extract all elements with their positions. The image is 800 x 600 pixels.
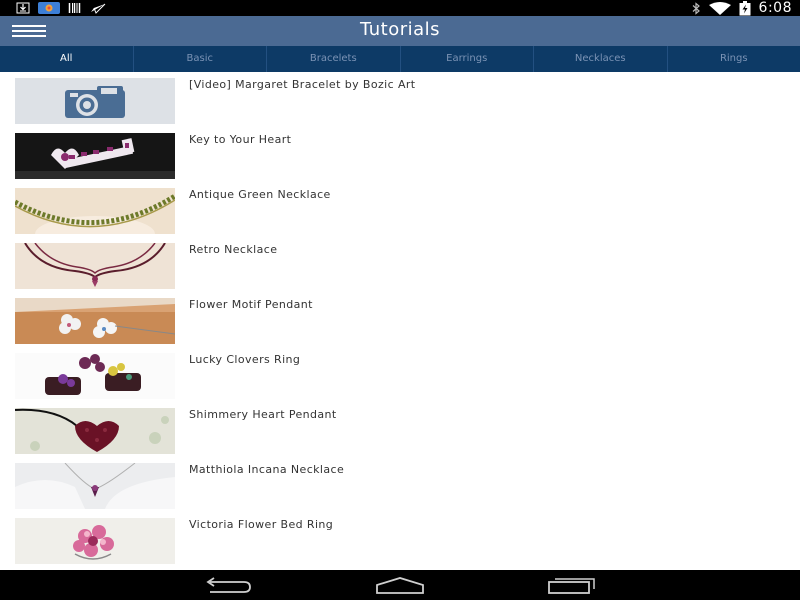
camera-placeholder-icon	[15, 78, 175, 124]
tab-earrings[interactable]: Earrings	[401, 46, 534, 72]
clover-rings-photo	[15, 353, 175, 399]
tutorial-title: Matthiola Incana Necklace	[189, 463, 345, 476]
tutorial-list: [Video] Margaret Bracelet by Bozic Art K…	[0, 72, 800, 570]
navigation-bar	[0, 570, 800, 600]
wifi-icon	[708, 1, 731, 15]
retro-necklace-photo	[15, 243, 175, 289]
list-item[interactable]: Matthiola Incana Necklace	[0, 457, 800, 512]
flower-ring-photo	[15, 518, 175, 564]
flower-pendant-photo	[15, 298, 175, 344]
battery-charging-icon	[739, 0, 751, 15]
heart-pendant-photo	[15, 408, 175, 454]
clock: 6:08	[758, 0, 792, 16]
tutorial-title: Key to Your Heart	[189, 133, 292, 146]
tutorial-title: Antique Green Necklace	[189, 188, 331, 201]
tutorial-title: Shimmery Heart Pendant	[189, 408, 337, 421]
tab-bracelets[interactable]: Bracelets	[267, 46, 401, 72]
matthiola-necklace-photo	[15, 463, 175, 509]
notification-icons	[16, 1, 106, 15]
send-icon	[90, 1, 106, 15]
photos-icon	[38, 1, 60, 15]
tab-necklaces[interactable]: Necklaces	[534, 46, 668, 72]
list-item[interactable]: Key to Your Heart	[0, 127, 800, 182]
tutorial-title: [Video] Margaret Bracelet by Bozic Art	[189, 78, 416, 91]
tab-all[interactable]: All	[0, 46, 134, 72]
app-bar: Tutorials	[0, 16, 800, 46]
tab-rings[interactable]: Rings	[668, 46, 800, 72]
list-item[interactable]: Retro Necklace	[0, 237, 800, 292]
tutorial-title: Flower Motif Pendant	[189, 298, 313, 311]
list-item[interactable]: Shimmery Heart Pendant	[0, 402, 800, 457]
status-bar: 6:08	[0, 0, 800, 16]
home-icon[interactable]	[375, 575, 425, 595]
recent-apps-icon[interactable]	[547, 575, 597, 595]
tutorial-title: Lucky Clovers Ring	[189, 353, 301, 366]
tutorial-title: Retro Necklace	[189, 243, 278, 256]
tab-basic[interactable]: Basic	[134, 46, 267, 72]
page-title: Tutorials	[359, 19, 441, 40]
system-icons: 6:08	[691, 0, 792, 16]
green-necklace-photo	[15, 188, 175, 234]
bluetooth-icon	[691, 1, 701, 15]
list-item[interactable]: Victoria Flower Bed Ring	[0, 512, 800, 567]
list-item[interactable]: Antique Green Necklace	[0, 182, 800, 237]
list-item[interactable]: [Video] Margaret Bracelet by Bozic Art	[0, 72, 800, 127]
download-icon	[16, 1, 30, 15]
list-item[interactable]: Lucky Clovers Ring	[0, 347, 800, 402]
barcode-icon	[68, 1, 82, 15]
tutorial-title: Victoria Flower Bed Ring	[189, 518, 334, 531]
category-tabs: All Basic Bracelets Earrings Necklaces R…	[0, 46, 800, 72]
key-heart-photo	[15, 133, 175, 179]
list-item[interactable]: Flower Motif Pendant	[0, 292, 800, 347]
back-icon[interactable]	[203, 575, 253, 595]
